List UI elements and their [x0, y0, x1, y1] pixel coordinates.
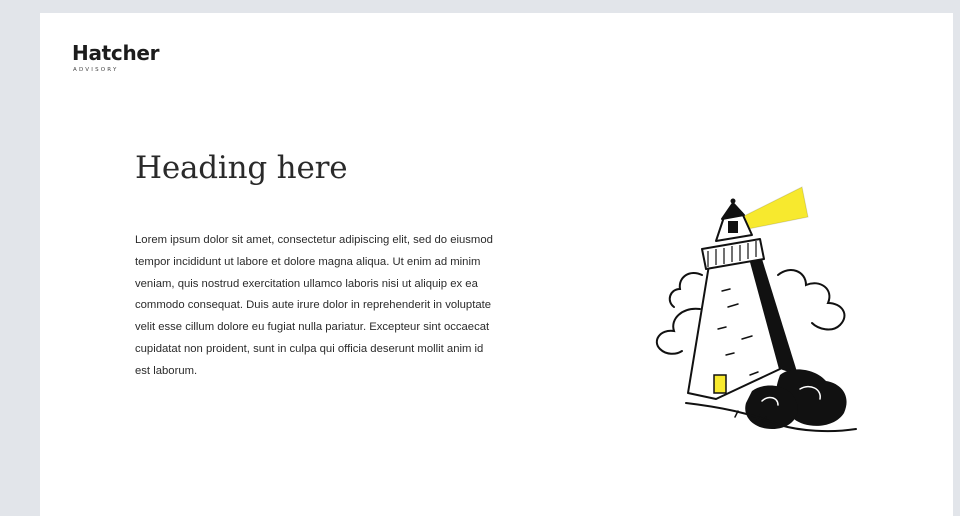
slide-canvas: Hatcher ADVISORY Heading here Lorem ipsu… [40, 13, 953, 516]
page-heading: Heading here [135, 150, 348, 186]
brand-tagline: ADVISORY [73, 67, 119, 73]
body-paragraph: Lorem ipsum dolor sit amet, consectetur … [135, 234, 493, 377]
lighthouse-illustration-icon [655, 186, 857, 433]
cloud-right [777, 269, 846, 331]
cloud-left [655, 271, 703, 355]
brand-logo: Hatcher ADVISORY [72, 41, 160, 73]
lighthouse-door [713, 374, 727, 394]
brand-name: Hatcher [72, 41, 160, 65]
lighthouse-roof [721, 202, 745, 220]
